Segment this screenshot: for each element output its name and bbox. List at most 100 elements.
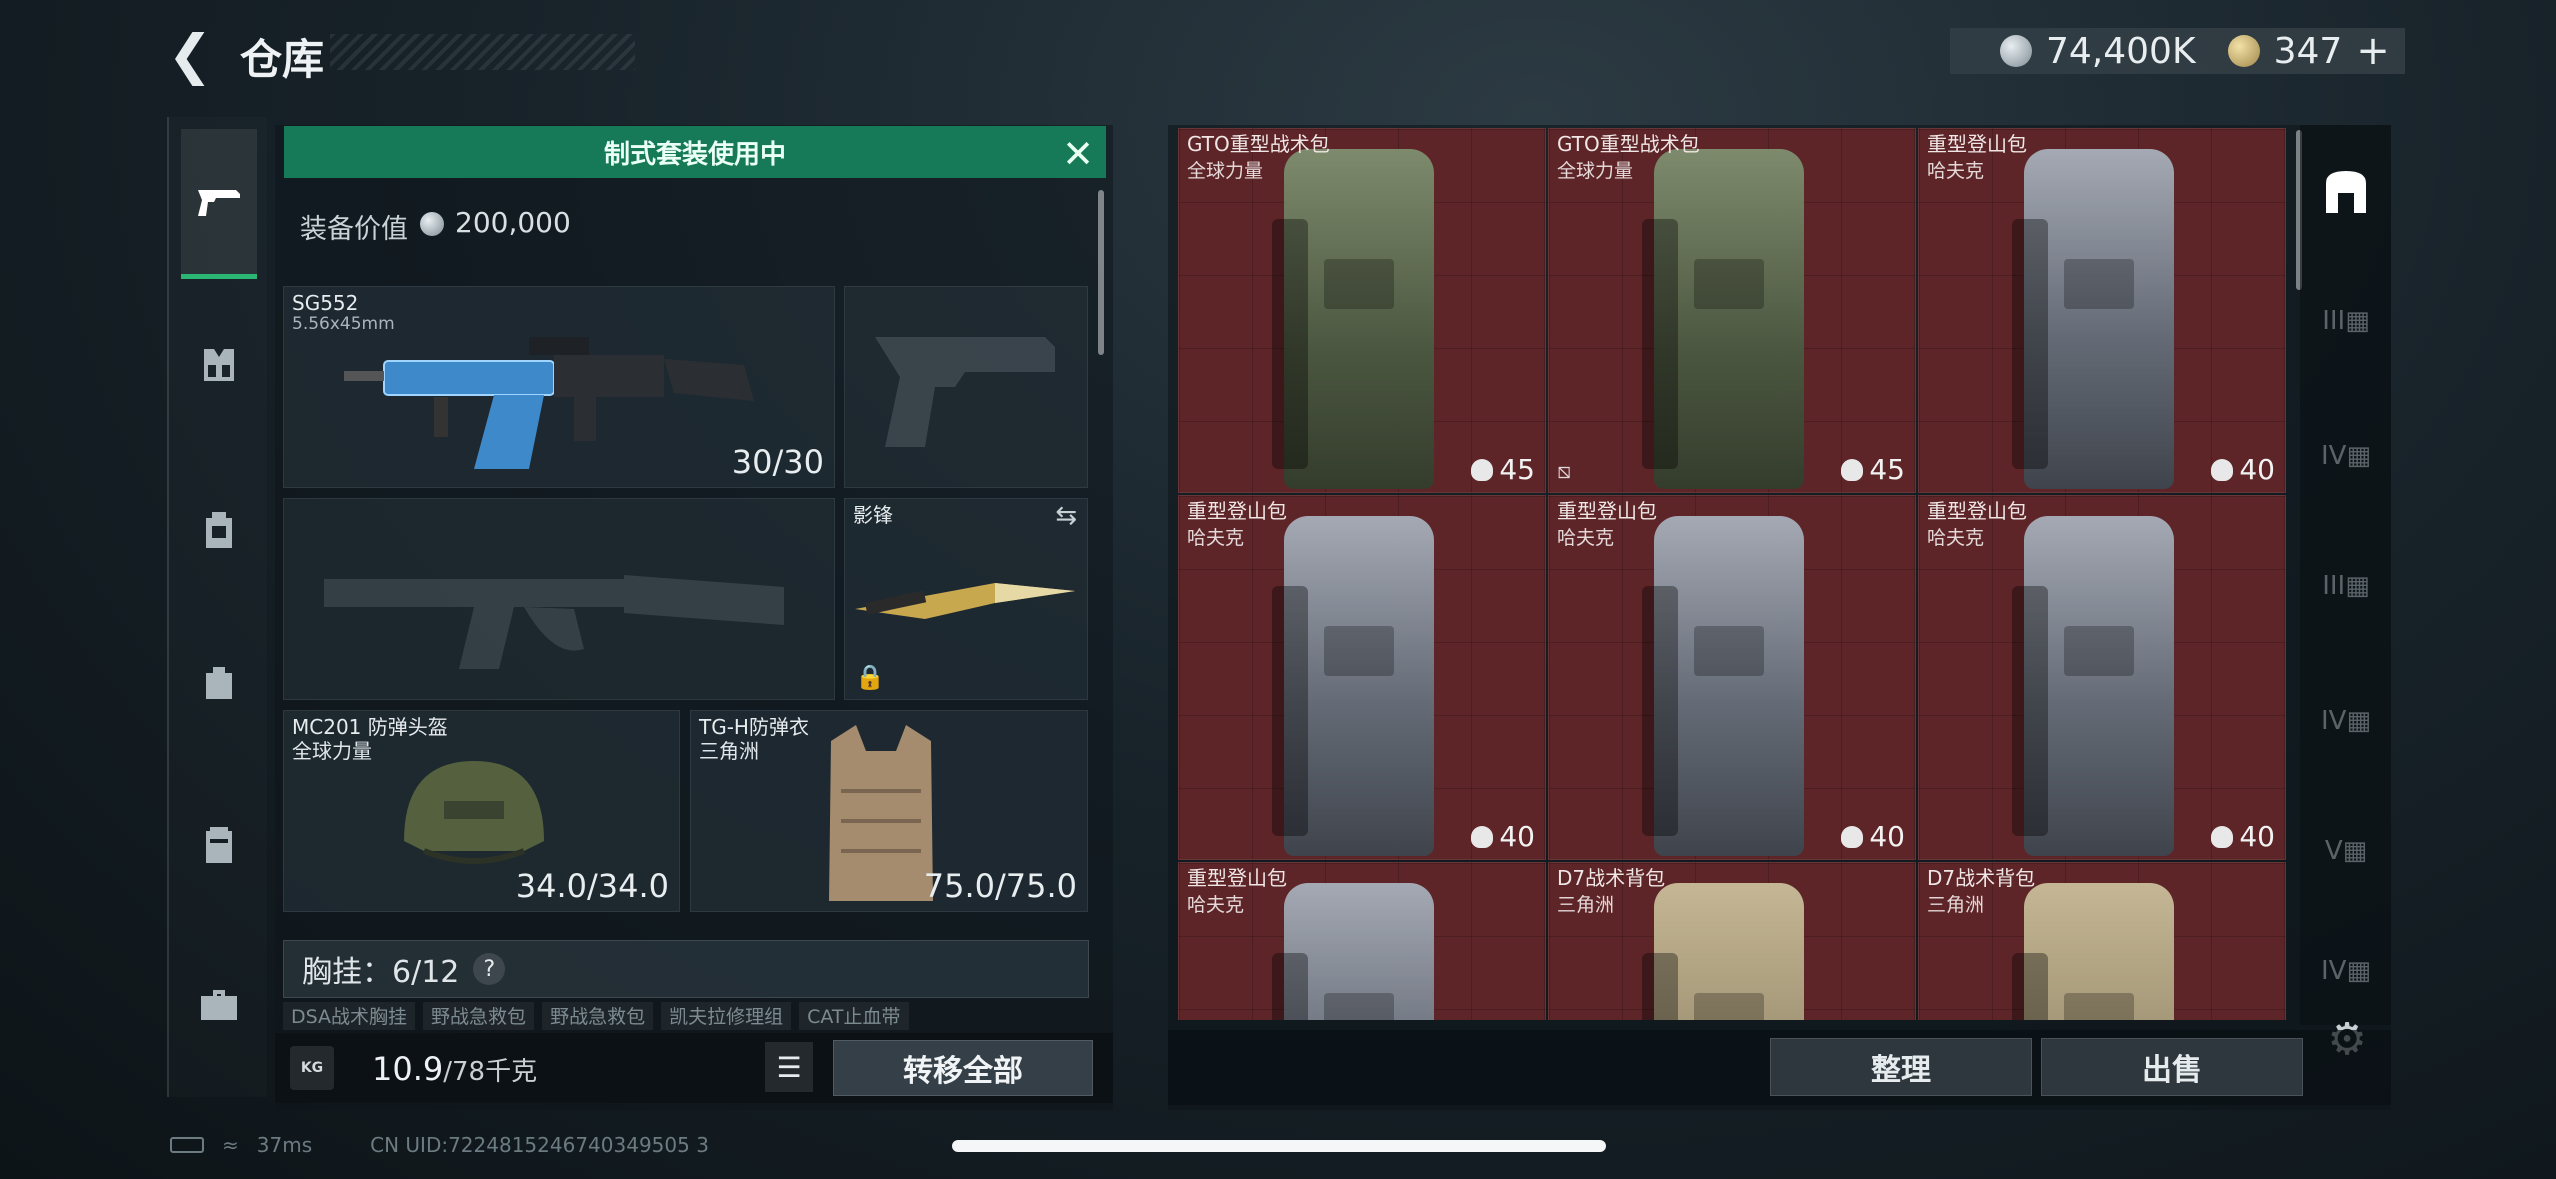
storage-item-cell[interactable]: D7战术背包 三角洲 — [1548, 862, 1916, 1020]
rig-item[interactable]: 凯夫拉修理组 — [661, 1002, 792, 1030]
storage-item-cell[interactable]: 重型登山包 哈夫克 — [1178, 862, 1546, 1020]
rig-item[interactable]: 野战急救包 — [423, 1002, 535, 1030]
item-name: GTO重型战术包 — [1557, 132, 1700, 156]
filter-tier-button[interactable]: V ▦ — [2315, 820, 2377, 882]
transfer-all-button[interactable]: 转移全部 — [833, 1040, 1093, 1096]
capacity-value: 40 — [2239, 453, 2275, 486]
storage-item-cell[interactable]: D7战术背包 三角洲 — [1918, 862, 2286, 1020]
item-name: 重型登山包 — [1187, 866, 1287, 890]
list-view-button[interactable]: ☰ — [765, 1042, 813, 1092]
melee-slot[interactable]: 影锋 ⇆ 🔒 — [844, 498, 1088, 700]
rig-item[interactable]: 野战急救包 — [542, 1002, 654, 1030]
backpack-icon — [206, 512, 232, 548]
item-capacity: 40 — [1471, 820, 1535, 853]
capacity-icon — [1471, 458, 1494, 481]
item-brand: 全球力量 — [1187, 160, 1264, 182]
back-button[interactable]: ❮ — [160, 22, 220, 86]
storage-grid: GTO重型战术包 全球力量 45 GTO重型战术包 全球力量 45 ⧅ 重型登山包 哈夫克 40 重… — [1178, 128, 2291, 1020]
rig-item[interactable]: DSA战术胸挂 — [283, 1002, 416, 1030]
item-brand: 哈夫克 — [1187, 894, 1245, 916]
rail-container-button[interactable] — [181, 807, 257, 883]
item-name: GTO重型战术包 — [1187, 132, 1330, 156]
rail-toolbox-button[interactable] — [181, 967, 257, 1043]
armor-slot[interactable]: TG-H防弹衣 三角洲 75.0/75.0 — [690, 710, 1088, 912]
item-capacity: 45 — [1841, 453, 1905, 486]
close-icon[interactable]: ✕ — [1062, 132, 1094, 176]
chest-rig-bar[interactable]: 胸挂：6/12 ? — [283, 940, 1089, 998]
swap-icon[interactable]: ⇆ — [1055, 501, 1077, 531]
case-icon — [206, 827, 232, 863]
storage-item-cell[interactable]: 重型登山包哈夫克 40 — [1178, 495, 1546, 860]
storage-item-cell[interactable]: GTO重型战术包 全球力量 45 ⧅ — [1548, 128, 1916, 493]
chest-rig-icon: ▦ — [2345, 306, 2370, 336]
storage-filter-icon — [2326, 171, 2366, 213]
pistol-slot[interactable] — [844, 286, 1088, 488]
armor-brand: 三角洲 — [699, 739, 759, 763]
backpack-image — [1642, 883, 1804, 1020]
filter-all-button[interactable] — [2315, 160, 2377, 222]
item-brand: 三角洲 — [1557, 894, 1615, 916]
silver-coin-icon — [420, 212, 444, 236]
filter-tier-button[interactable]: IV ▦ — [2315, 425, 2377, 487]
capacity-icon — [2211, 458, 2234, 481]
rig-item[interactable]: CAT止血带 — [799, 1002, 909, 1030]
loadout-scrollbar[interactable] — [1098, 190, 1104, 355]
armor-durability: 75.0/75.0 — [923, 867, 1077, 905]
item-name: D7战术背包 — [1927, 866, 2036, 890]
filter-tier-button[interactable]: IV ▦ — [2315, 940, 2377, 1002]
capacity-value: 45 — [1869, 453, 1905, 486]
chevron-left-icon: ❮ — [167, 22, 213, 86]
item-name: 重型登山包 — [1187, 499, 1287, 523]
filter-tier-label: III — [2322, 306, 2346, 336]
helmet-durability: 34.0/34.0 — [515, 867, 669, 905]
capacity-icon — [1841, 825, 1864, 848]
item-brand: 三角洲 — [1927, 894, 1985, 916]
item-capacity: 40 — [2211, 453, 2275, 486]
battery-icon — [170, 1137, 204, 1153]
backpack-icon: ▦ — [2346, 706, 2372, 736]
filter-tier-button[interactable]: IV ▦ — [2315, 690, 2377, 752]
help-icon[interactable]: ? — [473, 953, 506, 985]
storage-item-cell[interactable]: GTO重型战术包 全球力量 45 — [1178, 128, 1546, 493]
backpack-image — [1272, 149, 1434, 489]
sell-button[interactable]: 出售 — [2041, 1038, 2303, 1096]
weight-current: 10.9 — [372, 1050, 444, 1088]
storage-item-cell[interactable]: 重型登山包 哈夫克 40 — [1548, 495, 1916, 860]
backpack-icon: ▦ — [2342, 836, 2368, 866]
sort-button[interactable]: 整理 — [1770, 1038, 2032, 1096]
silver-coin-icon — [2000, 35, 2032, 67]
rail-pouch-button[interactable] — [181, 645, 257, 721]
storage-item-cell[interactable]: 重型登山包 哈夫克 40 — [1918, 128, 2286, 493]
chest-rig-icon — [204, 349, 234, 381]
rail-backpack-button[interactable] — [181, 492, 257, 568]
rail-chest-rig-button[interactable] — [181, 327, 257, 403]
item-name: 重型登山包 — [1927, 132, 2027, 156]
filter-tier-button[interactable]: III ▦ — [2315, 555, 2377, 617]
storage-item-cell[interactable]: 重型登山包 哈夫克 40 — [1918, 495, 2286, 860]
rail-weapons-button[interactable] — [181, 129, 257, 279]
suit-banner-text: 制式套装使用中 — [603, 139, 786, 170]
suit-banner: 制式套装使用中 ✕ — [284, 126, 1106, 178]
chest-rig-items: DSA战术胸挂 野战急救包 野战急救包 凯夫拉修理组 CAT止血带 — [283, 1002, 1089, 1030]
list-icon: ☰ — [776, 1050, 802, 1084]
item-brand: 哈夫克 — [1187, 527, 1245, 549]
primary-weapon-slot[interactable]: SG552 5.56x45mm 30/30 — [283, 286, 835, 488]
no-trade-icon: ⧅ — [1557, 459, 1571, 484]
add-gold-button[interactable]: + — [2356, 28, 2390, 74]
filter-tier-button[interactable]: III ▦ — [2315, 290, 2377, 352]
item-capacity: 40 — [1841, 820, 1905, 853]
home-indicator[interactable] — [952, 1140, 1606, 1152]
secondary-weapon-slot[interactable] — [283, 498, 835, 700]
backpack-image — [1272, 516, 1434, 856]
knife-image — [855, 583, 1075, 619]
filter-tier-label: IV — [2320, 441, 2347, 471]
helmet-slot[interactable]: MC201 防弹头盔 全球力量 34.0/34.0 — [283, 710, 680, 912]
gold-amount: 347 — [2273, 30, 2343, 72]
page-title: 仓库 — [240, 35, 325, 84]
armor-name: TG-H防弹衣 — [699, 715, 809, 739]
backpack-icon: ▦ — [2346, 441, 2372, 471]
weight-readout: 10.9/78千克 — [372, 1050, 537, 1088]
equip-value: 200,000 — [455, 206, 571, 239]
equip-value-label: 装备价值 — [300, 214, 408, 245]
pouch-icon — [206, 667, 232, 699]
